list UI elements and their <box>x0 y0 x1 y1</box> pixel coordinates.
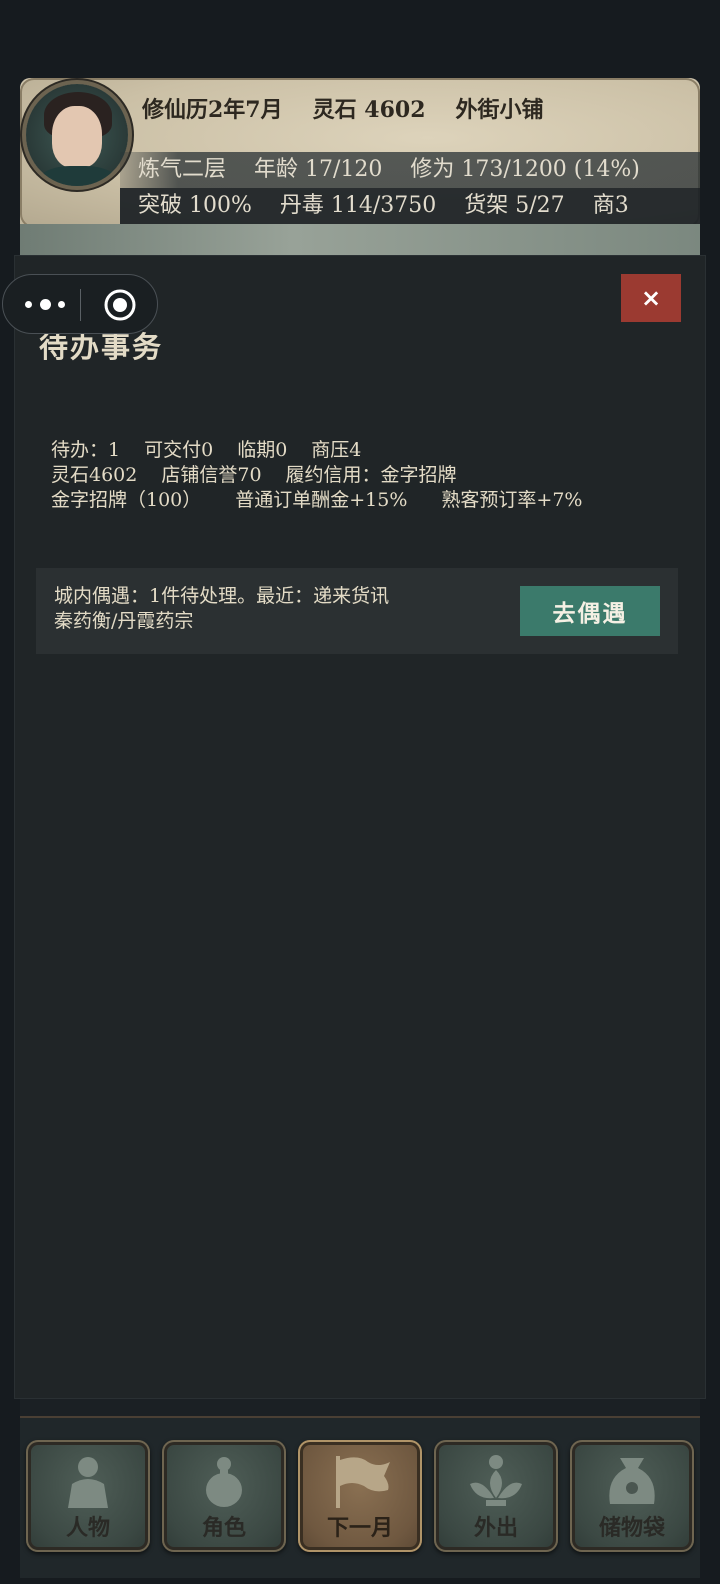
todo-stats: 待办：1 可交付0 临期0 商压4 灵石4602 店铺信誉70 履约信用：金字招… <box>51 438 582 513</box>
nav-role-button[interactable]: 角色 <box>162 1440 286 1552</box>
age-label: 年龄 17/120 <box>254 157 383 182</box>
hud-middle-line: 炼气二层 年龄 17/120 修为 173/1200 (14%) <box>120 152 700 188</box>
app-frame: 修仙历2年7月 灵石 4602 外街小铺 炼气二层 年龄 17/120 修为 1… <box>0 0 720 1584</box>
flag-icon <box>298 1454 422 1508</box>
go-encounter-button[interactable]: 去偶遇 <box>520 586 660 636</box>
close-miniprogram-icon[interactable] <box>103 288 137 322</box>
hud-bottom-line: 突破 100% 丹毒 114/3750 货架 5/27 商3 <box>120 188 700 224</box>
nav-next-month-button[interactable]: 下一月 <box>298 1440 422 1552</box>
location-name: 外街小铺 <box>455 97 544 123</box>
shelf-label: 货架 5/27 <box>464 193 565 218</box>
shop-reputation: 店铺信誉70 <box>161 464 262 486</box>
nav-person-button[interactable]: 人物 <box>26 1440 150 1552</box>
avatar-face <box>52 106 102 168</box>
encounter-summary: 城内偶遇：1件待处理。最近：递来货讯 <box>54 585 390 607</box>
encounter-text: 城内偶遇：1件待处理。最近：递来货讯 秦药衡/丹霞药宗 <box>54 584 389 634</box>
breakthrough-label: 突破 100% <box>138 193 252 218</box>
stone-count: 灵石4602 <box>51 464 138 486</box>
merchant-label: 商3 <box>592 193 629 218</box>
capsule-divider <box>80 289 81 321</box>
realm-label: 炼气二层 <box>138 157 227 182</box>
landscape-strip <box>20 224 700 258</box>
nav-person-label: 人物 <box>65 1515 110 1541</box>
avatar-robe <box>38 166 118 186</box>
pill-toxin-label: 丹毒 114/3750 <box>279 193 437 218</box>
cultivation-label: 修为 173/1200 (14%) <box>410 157 640 182</box>
bottom-nav: 人物 角色 下一月 外出 储物袋 <box>20 1418 700 1578</box>
stats-row-1: 待办：1 可交付0 临期0 商压4 <box>51 438 582 463</box>
todo-count: 待办：1 <box>51 439 121 461</box>
gourd-icon <box>162 1454 286 1508</box>
encounter-card: 城内偶遇：1件待处理。最近：递来货讯 秦药衡/丹霞药宗 去偶遇 <box>36 568 678 654</box>
person-icon <box>26 1454 150 1508</box>
encounter-parties: 秦药衡/丹霞药宗 <box>54 610 194 632</box>
miniprogram-capsule <box>2 274 158 334</box>
calendar-date: 修仙历2年7月 <box>142 97 283 123</box>
nav-divider <box>20 1396 700 1418</box>
nav-storage-bag-label: 储物袋 <box>598 1515 665 1541</box>
close-button[interactable]: × <box>621 274 681 322</box>
nav-storage-bag-button[interactable]: 储物袋 <box>570 1440 694 1552</box>
status-hud: 修仙历2年7月 灵石 4602 外街小铺 炼气二层 年龄 17/120 修为 1… <box>20 78 700 258</box>
spirit-stone-count: 灵石 4602 <box>312 97 426 123</box>
nav-role-label: 角色 <box>201 1515 246 1541</box>
nav-outing-label: 外出 <box>473 1515 518 1541</box>
stats-row-3: 金字招牌（100） 普通订单酬金+15% 熟客预订率+7% <box>51 488 582 513</box>
more-options-icon[interactable] <box>25 293 65 315</box>
stats-row-2: 灵石4602 店铺信誉70 履约信用：金字招牌 <box>51 463 582 488</box>
order-bonus: 普通订单酬金+15% <box>235 489 408 511</box>
credit-tier: 金字招牌（100） <box>51 489 202 511</box>
nav-outing-button[interactable]: 外出 <box>434 1440 558 1552</box>
nav-next-month-label: 下一月 <box>326 1515 393 1541</box>
due-count: 临期0 <box>237 439 288 461</box>
avatar[interactable] <box>26 84 128 186</box>
hud-top-line: 修仙历2年7月 灵石 4602 外街小铺 <box>142 92 544 124</box>
pressure-count: 商压4 <box>311 439 362 461</box>
regular-customer-rate: 熟客预订率+7% <box>441 489 583 511</box>
credit-rating: 履约信用：金字招牌 <box>285 464 457 486</box>
todo-modal: 待办事务 × 待办：1 可交付0 临期0 商压4 灵石4602 店铺信誉70 履… <box>15 256 705 1398</box>
bag-icon <box>570 1454 694 1508</box>
deliverable-count: 可交付0 <box>144 439 214 461</box>
lotus-icon <box>434 1454 558 1508</box>
